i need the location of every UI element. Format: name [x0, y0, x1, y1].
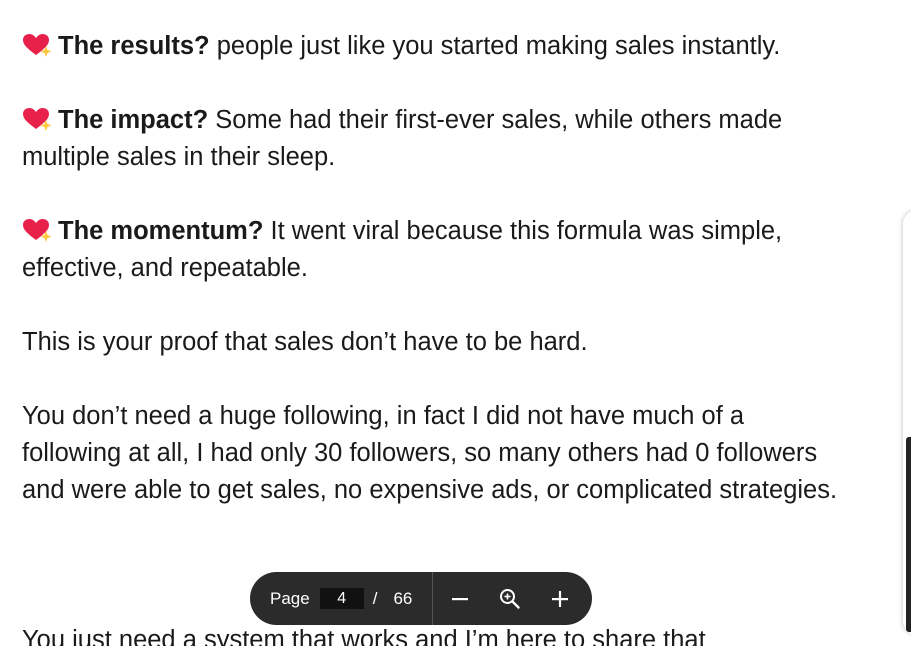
- clipped-line: You just need a system that works and I’…: [22, 626, 706, 646]
- paragraph-results: The results? people just like you starte…: [22, 28, 842, 65]
- zoom-icon: [500, 588, 521, 609]
- paragraph-impact: The impact? Some had their first-ever sa…: [22, 102, 842, 176]
- page-total: 66: [393, 588, 413, 608]
- sparkling-heart-icon: [23, 34, 52, 57]
- document-body: The results? people just like you starte…: [22, 28, 842, 546]
- page-label: Page: [270, 588, 310, 608]
- page-number-input[interactable]: [319, 588, 364, 609]
- zoom-reset-button[interactable]: [493, 582, 527, 616]
- paragraph-text: This is your proof that sales don’t have…: [22, 328, 588, 356]
- paragraph-lead: The results?: [58, 32, 210, 60]
- paragraph-lead: The momentum?: [58, 217, 264, 245]
- paragraph-lead: The impact?: [58, 106, 209, 134]
- plus-icon: [552, 590, 569, 607]
- page-separator: /: [372, 588, 378, 608]
- paragraph-momentum: The momentum? It went viral because this…: [22, 213, 842, 287]
- sparkling-heart-icon: [23, 219, 52, 242]
- sparkling-heart-icon: [23, 108, 52, 131]
- zoom-out-button[interactable]: [443, 582, 477, 616]
- side-panel-scrollbar[interactable]: [906, 437, 911, 632]
- paragraph-following: You don’t need a huge following, in fact…: [22, 398, 842, 509]
- minus-icon: [452, 597, 469, 600]
- toolbar-divider: [432, 572, 434, 625]
- paragraph-text: You don’t need a huge following, in fact…: [22, 402, 838, 504]
- zoom-in-button[interactable]: [543, 582, 577, 616]
- paragraph-proof: This is your proof that sales don’t have…: [22, 324, 842, 361]
- page-toolbar: Page / 66: [250, 572, 592, 625]
- paragraph-text: people just like you started making sale…: [209, 32, 781, 60]
